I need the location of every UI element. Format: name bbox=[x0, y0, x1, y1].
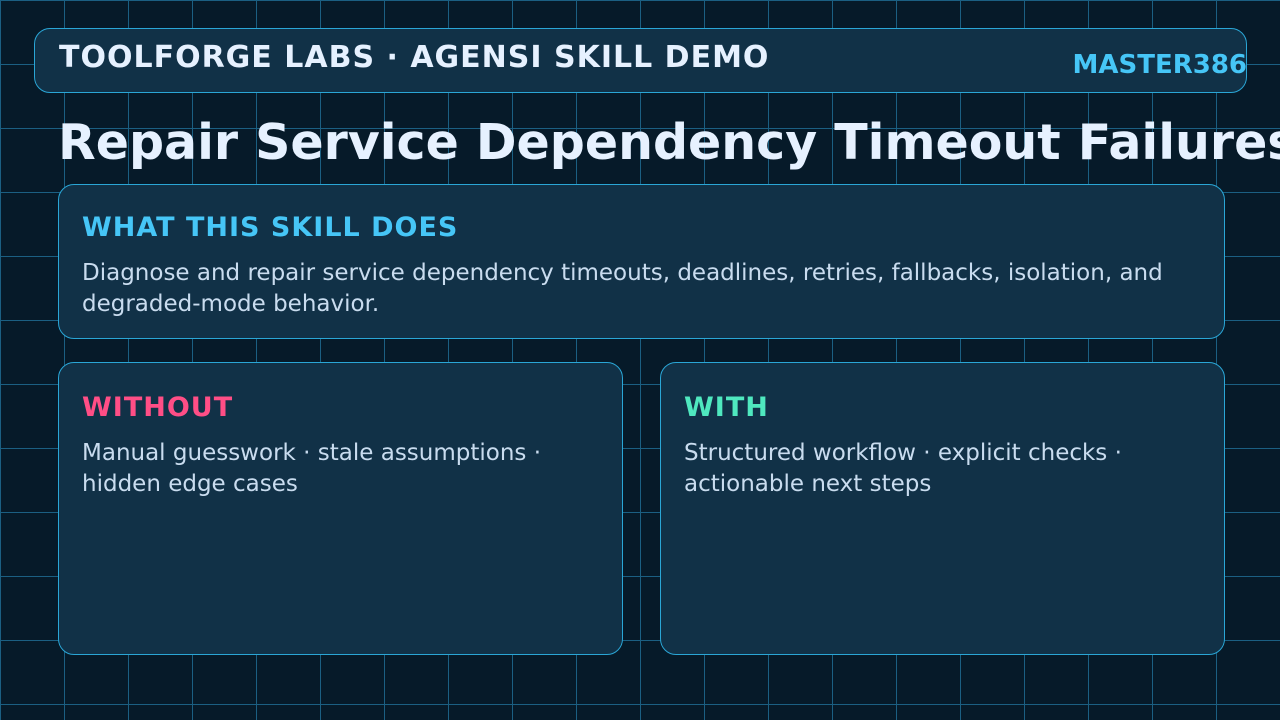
user-label: MASTER386 bbox=[1072, 50, 1247, 80]
with-card: WITH Structured workflow · explicit chec… bbox=[660, 362, 1225, 655]
without-description: Manual guesswork · stale assumptions · h… bbox=[82, 440, 542, 497]
with-description: Structured workflow · explicit checks · … bbox=[684, 440, 1122, 497]
page-title: Repair Service Dependency Timeout Failur… bbox=[58, 114, 1280, 171]
with-heading: WITH bbox=[684, 392, 769, 423]
without-card: WITHOUT Manual guesswork · stale assumpt… bbox=[58, 362, 623, 655]
what-description: Diagnose and repair service dependency t… bbox=[82, 260, 1163, 317]
what-heading: WHAT THIS SKILL DOES bbox=[82, 212, 459, 243]
without-heading: WITHOUT bbox=[82, 392, 234, 423]
what-card: WHAT THIS SKILL DOES Diagnose and repair… bbox=[58, 184, 1225, 339]
brand-title: TOOLFORGE LABS · AGENSI SKILL DEMO bbox=[59, 40, 770, 75]
header-bar: TOOLFORGE LABS · AGENSI SKILL DEMO MASTE… bbox=[34, 28, 1247, 93]
